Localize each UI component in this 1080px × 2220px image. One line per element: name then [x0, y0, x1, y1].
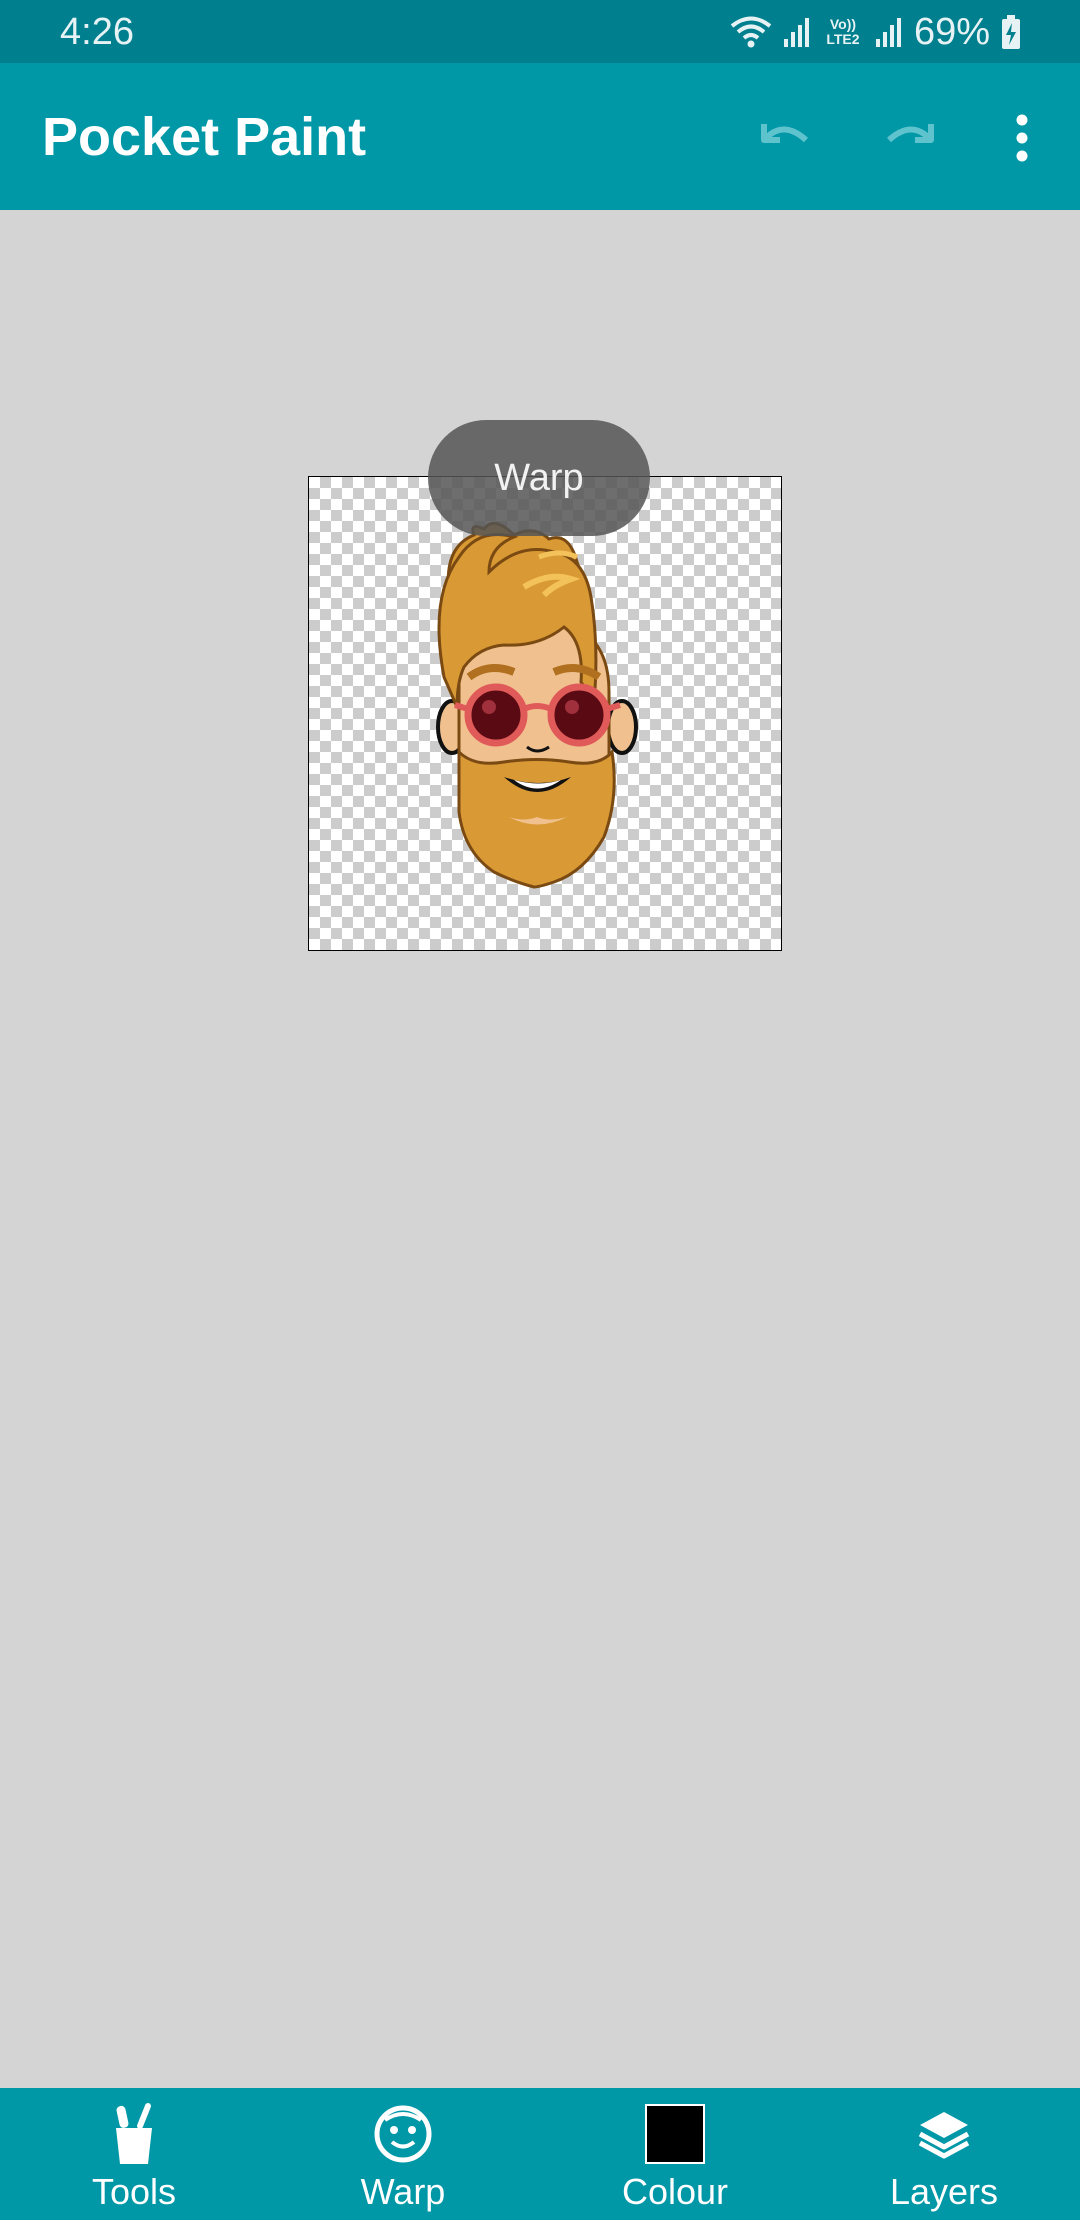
nav-tools-label: Tools: [91, 2171, 177, 2212]
nav-warp[interactable]: Warp: [303, 2088, 503, 2220]
status-time: 4:26: [60, 11, 134, 53]
undo-button[interactable]: [744, 103, 824, 173]
status-bar: 4:26 Vo)) LTE2 69%: [0, 0, 1080, 63]
redo-icon: [886, 124, 934, 143]
battery-percent: 69%: [913, 10, 990, 53]
status-icons: Vo)) LTE2 69%: [730, 8, 1022, 56]
signal-icon: [783, 18, 809, 47]
signal-icon-2: [875, 18, 901, 47]
tool-toast: Warp: [428, 420, 650, 536]
undo-icon: [761, 124, 809, 143]
overflow-menu-button[interactable]: [982, 103, 1062, 173]
canvas-workspace[interactable]: Warp: [0, 210, 1080, 2088]
nav-layers[interactable]: Layers: [844, 2088, 1044, 2220]
nav-tools[interactable]: Tools: [34, 2088, 234, 2220]
app-title: Pocket Paint: [42, 107, 367, 167]
nav-warp-label: Warp: [360, 2171, 446, 2212]
app-bar: Pocket Paint: [0, 63, 1080, 210]
wifi-icon: [730, 16, 772, 48]
redo-button[interactable]: [871, 103, 951, 173]
nav-colour-label: Colour: [621, 2171, 729, 2212]
tools-icon: [102, 2102, 166, 2166]
battery-charging-icon: [1002, 15, 1020, 49]
colour-swatch: [643, 2102, 707, 2166]
warp-face-icon: [371, 2102, 435, 2166]
layers-icon: [912, 2102, 976, 2166]
nav-layers-label: Layers: [889, 2171, 999, 2212]
bottom-navigation: Tools Warp Colour Layers: [0, 2088, 1080, 2220]
lte-indicator: Vo)) LTE2: [826, 16, 860, 47]
nav-colour[interactable]: Colour: [575, 2088, 775, 2220]
more-vert-icon: [1016, 114, 1028, 162]
bearded-man-sticker: [436, 521, 638, 889]
drawing-canvas[interactable]: [308, 476, 782, 951]
